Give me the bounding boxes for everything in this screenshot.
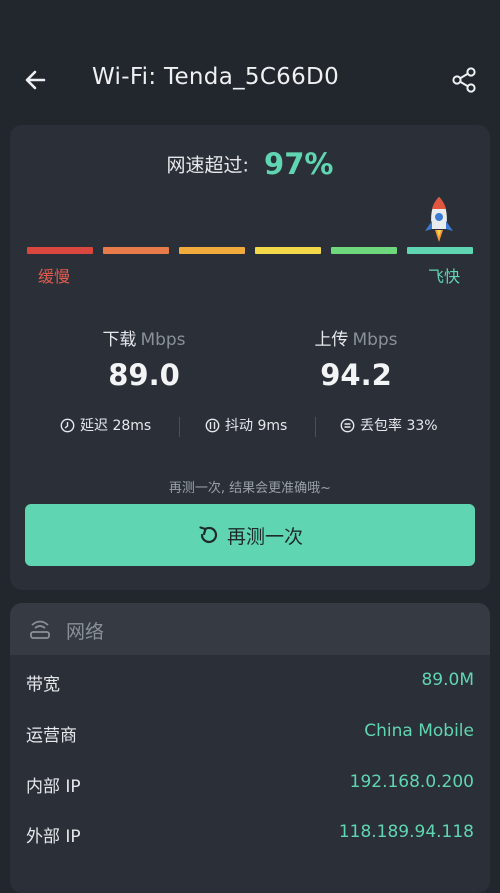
upload-unit: Mbps (352, 330, 398, 350)
upload-value: 94.2 (320, 358, 392, 392)
download-value: 89.0 (108, 358, 180, 392)
loss-text: 丢包率 33% (360, 418, 438, 434)
network-card: 网络 带宽 89.0M 运营商 China Mobile 内部 IP 192.1… (10, 603, 490, 893)
jitter-icon (205, 418, 220, 432)
rocket-icon (425, 197, 453, 242)
share-icon[interactable] (448, 64, 480, 96)
info-row-bandwidth: 带宽 89.0M (10, 656, 490, 706)
info-key: 运营商 (26, 726, 77, 746)
quality-stats: 延迟 28ms 抖动 9ms 丢包率 33% (10, 415, 490, 441)
info-value: China Mobile (364, 721, 474, 741)
speed-result-card: 网速超过: 97% 缓慢 飞快 下载 Mbps 89.0 上传 Mbps 94.2 (10, 125, 490, 590)
download-unit: Mbps (140, 330, 186, 350)
jitter-stat: 抖动 9ms (205, 415, 287, 435)
refresh-icon (199, 526, 218, 544)
info-key: 外部 IP (26, 827, 81, 847)
upload-label: 上传 (314, 330, 349, 350)
top-bar: Wi-Fi: Tenda_5C66D0 (0, 50, 500, 110)
packet-loss-icon (340, 418, 355, 432)
page-title: Wi-Fi: Tenda_5C66D0 (92, 64, 339, 90)
latency-icon (60, 418, 75, 432)
latency-text: 延迟 28ms (80, 418, 152, 434)
scale-segment (179, 247, 245, 254)
scale-segment (407, 247, 473, 254)
retest-hint: 再测一次, 结果会更准确哦~ (168, 481, 332, 496)
info-value: 118.189.94.118 (338, 822, 474, 842)
back-arrow-icon[interactable] (20, 62, 56, 98)
latency-stat: 延迟 28ms (60, 415, 151, 435)
upload-metric: 上传 Mbps 94.2 (266, 325, 446, 392)
speed-label: 网速超过: (166, 154, 249, 177)
speed-summary: 网速超过: 97% (10, 147, 490, 181)
network-title: 网络 (66, 621, 105, 643)
info-value: 192.168.0.200 (349, 772, 474, 792)
scale-segment (255, 247, 321, 254)
scale-segment (103, 247, 169, 254)
retest-button[interactable]: 再测一次 (25, 504, 475, 566)
info-key: 带宽 (26, 675, 60, 695)
speed-percent: 97% (264, 147, 334, 181)
stat-divider (315, 417, 316, 437)
info-row-carrier: 运营商 China Mobile (10, 707, 490, 757)
router-icon (30, 620, 50, 639)
loss-stat: 丢包率 33% (340, 415, 438, 435)
jitter-text: 抖动 9ms (225, 418, 288, 434)
info-row-internal-ip: 内部 IP 192.168.0.200 (10, 758, 490, 808)
scale-segment (331, 247, 397, 254)
retest-button-label: 再测一次 (226, 525, 303, 548)
info-value: 89.0M (421, 670, 474, 690)
scale-slow-label: 缓慢 (38, 267, 71, 286)
info-row-external-ip: 外部 IP 118.189.94.118 (10, 808, 490, 858)
scale-segment (27, 247, 93, 254)
speed-scale (27, 247, 473, 257)
download-label: 下载 (102, 330, 137, 350)
scale-fast-label: 飞快 (427, 267, 460, 286)
download-metric: 下载 Mbps 89.0 (54, 325, 234, 392)
network-header: 网络 (10, 603, 490, 655)
info-key: 内部 IP (26, 777, 81, 797)
stat-divider (179, 417, 180, 437)
